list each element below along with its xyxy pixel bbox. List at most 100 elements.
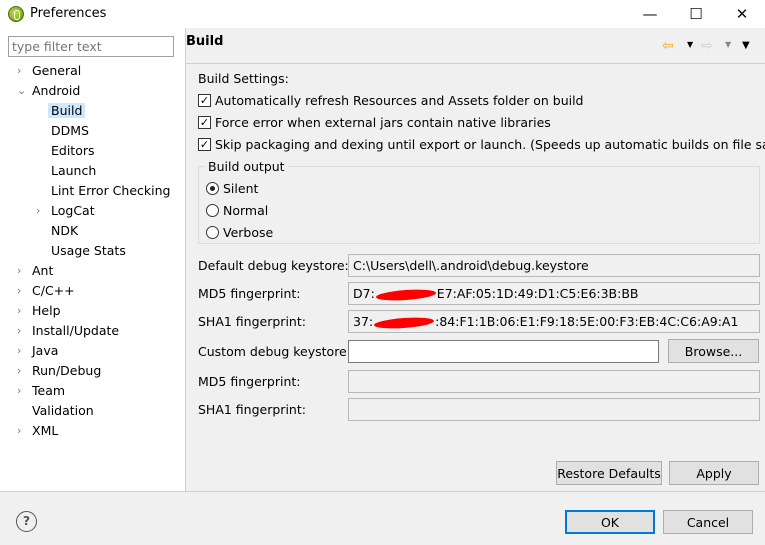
chevron-right-icon[interactable]: ›	[36, 201, 40, 221]
minimize-button[interactable]: —	[627, 0, 673, 28]
restore-defaults-button[interactable]: Restore Defaults	[556, 461, 662, 485]
tree-item-label: Launch	[51, 163, 97, 178]
tree-item-general[interactable]: › General	[17, 61, 82, 81]
custom-sha1-label: SHA1 fingerprint:	[198, 402, 306, 417]
tree-item-ndk[interactable]: NDK	[51, 221, 78, 241]
radio-label: Normal	[223, 203, 269, 218]
chevron-right-icon[interactable]: ›	[17, 281, 21, 301]
app-icon	[8, 6, 24, 22]
chevron-right-icon[interactable]: ›	[17, 261, 21, 281]
tree-item-label: C/C++	[32, 283, 75, 298]
radio-button[interactable]	[206, 226, 219, 239]
tree-item-ddms[interactable]: DDMS	[51, 121, 89, 141]
tree-item-label: Help	[32, 303, 61, 318]
tree-item-label: Android	[32, 83, 81, 98]
tree-item-label: Build	[48, 103, 86, 118]
tree-item-label: Ant	[32, 263, 54, 278]
checkbox[interactable]: ✓	[198, 116, 211, 129]
ok-button[interactable]: OK	[565, 510, 655, 534]
tree-item-install-update[interactable]: › Install/Update	[17, 321, 120, 341]
radio-option[interactable]: Verbose	[206, 225, 273, 240]
custom-keystore-input[interactable]	[348, 340, 659, 363]
chevron-right-icon[interactable]: ›	[17, 421, 21, 441]
tree-item-launch[interactable]: Launch	[51, 161, 96, 181]
md5-prefix: D7:	[353, 286, 375, 301]
tree-item-run-debug[interactable]: › Run/Debug	[17, 361, 102, 381]
radio-label: Silent	[223, 181, 259, 196]
tree-item-java[interactable]: › Java	[17, 341, 59, 361]
tree-item-usage-stats[interactable]: Usage Stats	[51, 241, 126, 261]
tree-item-label: Team	[32, 383, 66, 398]
redaction-mark	[375, 287, 437, 302]
cancel-button[interactable]: Cancel	[663, 510, 753, 534]
tree-item-ant[interactable]: › Ant	[17, 261, 54, 281]
page-title: Build	[186, 34, 224, 49]
help-icon[interactable]: ?	[16, 511, 37, 532]
checkbox-label: Automatically refresh Resources and Asse…	[215, 93, 584, 108]
checkbox-option[interactable]: ✓ Automatically refresh Resources and Ass…	[198, 93, 584, 108]
sha1-suffix: :84:F1:1B:06:E1:F9:18:5E:00:F3:EB:4C:C6:…	[435, 314, 739, 329]
browse-button[interactable]: Browse...	[668, 339, 759, 363]
close-button[interactable]: ✕	[719, 0, 765, 28]
filter-input[interactable]	[8, 36, 174, 57]
tree-item-label: Install/Update	[32, 323, 120, 338]
tree-item-label: Editors	[51, 143, 95, 158]
forward-arrow-icon[interactable]: ⇨	[701, 38, 713, 54]
checkbox-option[interactable]: ✓ Skip packaging and dexing until export …	[198, 137, 765, 152]
tree-item-label: Usage Stats	[51, 243, 126, 258]
tree-item-xml[interactable]: › XML	[17, 421, 59, 441]
tree-item-label: XML	[32, 423, 59, 438]
default-keystore-field: C:\Users\dell\.android\debug.keystore	[348, 254, 760, 277]
tree-item-label: Java	[32, 343, 59, 358]
window-title: Preferences	[30, 6, 107, 21]
checkbox[interactable]: ✓	[198, 138, 211, 151]
tree-item-lint-error-checking[interactable]: Lint Error Checking	[51, 181, 170, 201]
custom-md5-label: MD5 fingerprint:	[198, 374, 301, 389]
apply-button[interactable]: Apply	[669, 461, 759, 485]
default-keystore-label: Default debug keystore:	[198, 258, 349, 273]
sha1-label: SHA1 fingerprint:	[198, 314, 306, 329]
forward-dropdown-icon[interactable]: ▼	[725, 40, 731, 49]
chevron-right-icon[interactable]: ›	[17, 61, 21, 81]
tree-item-validation[interactable]: Validation	[32, 401, 94, 421]
tree-item-build[interactable]: Build	[48, 101, 86, 121]
checkbox-option[interactable]: ✓ Force error when external jars contain …	[198, 115, 551, 130]
chevron-right-icon[interactable]: ›	[17, 381, 21, 401]
chevron-right-icon[interactable]: ›	[17, 361, 21, 381]
checkbox-label: Skip packaging and dexing until export o…	[215, 137, 765, 152]
divider	[186, 63, 765, 64]
custom-sha1-field	[348, 398, 760, 421]
radio-option[interactable]: Normal	[206, 203, 268, 218]
chevron-right-icon[interactable]: ›	[17, 341, 21, 361]
tree-item-android[interactable]: ⌄ Android	[17, 81, 81, 101]
tree-item-label: Lint Error Checking	[51, 183, 171, 198]
custom-keystore-label: Custom debug keystore:	[198, 344, 351, 359]
tree-item-team[interactable]: › Team	[17, 381, 66, 401]
back-dropdown-icon[interactable]: ▼	[687, 40, 693, 49]
tree-item-label: Run/Debug	[32, 363, 102, 378]
chevron-down-icon[interactable]: ⌄	[17, 81, 26, 101]
tree-item-label: LogCat	[51, 203, 95, 218]
checkbox[interactable]: ✓	[198, 94, 211, 107]
sha1-field: 37: :84:F1:1B:06:E1:F9:18:5E:00:F3:EB:4C:…	[348, 310, 760, 333]
md5-label: MD5 fingerprint:	[198, 286, 301, 301]
radio-button[interactable]	[206, 204, 219, 217]
tree-item-logcat[interactable]: › LogCat	[36, 201, 95, 221]
chevron-right-icon[interactable]: ›	[17, 301, 21, 321]
title-bar: Preferences — ☐ ✕	[0, 0, 765, 28]
sha1-prefix: 37:	[353, 314, 374, 329]
radio-option[interactable]: Silent	[206, 181, 258, 196]
tree-item-c-c-[interactable]: › C/C++	[17, 281, 75, 301]
tree-item-help[interactable]: › Help	[17, 301, 61, 321]
radio-button[interactable]	[206, 182, 219, 195]
checkbox-label: Force error when external jars contain n…	[215, 115, 551, 130]
radio-label: Verbose	[223, 225, 274, 240]
tree-item-label: NDK	[51, 223, 79, 238]
md5-suffix: E7:AF:05:1D:49:D1:C5:E6:3B:BB	[436, 286, 639, 301]
view-menu-icon[interactable]: ▼	[742, 40, 750, 51]
tree-item-label: General	[32, 63, 82, 78]
back-arrow-icon[interactable]: ⇦	[662, 38, 674, 54]
chevron-right-icon[interactable]: ›	[17, 321, 21, 341]
maximize-button[interactable]: ☐	[673, 0, 719, 28]
tree-item-editors[interactable]: Editors	[51, 141, 95, 161]
